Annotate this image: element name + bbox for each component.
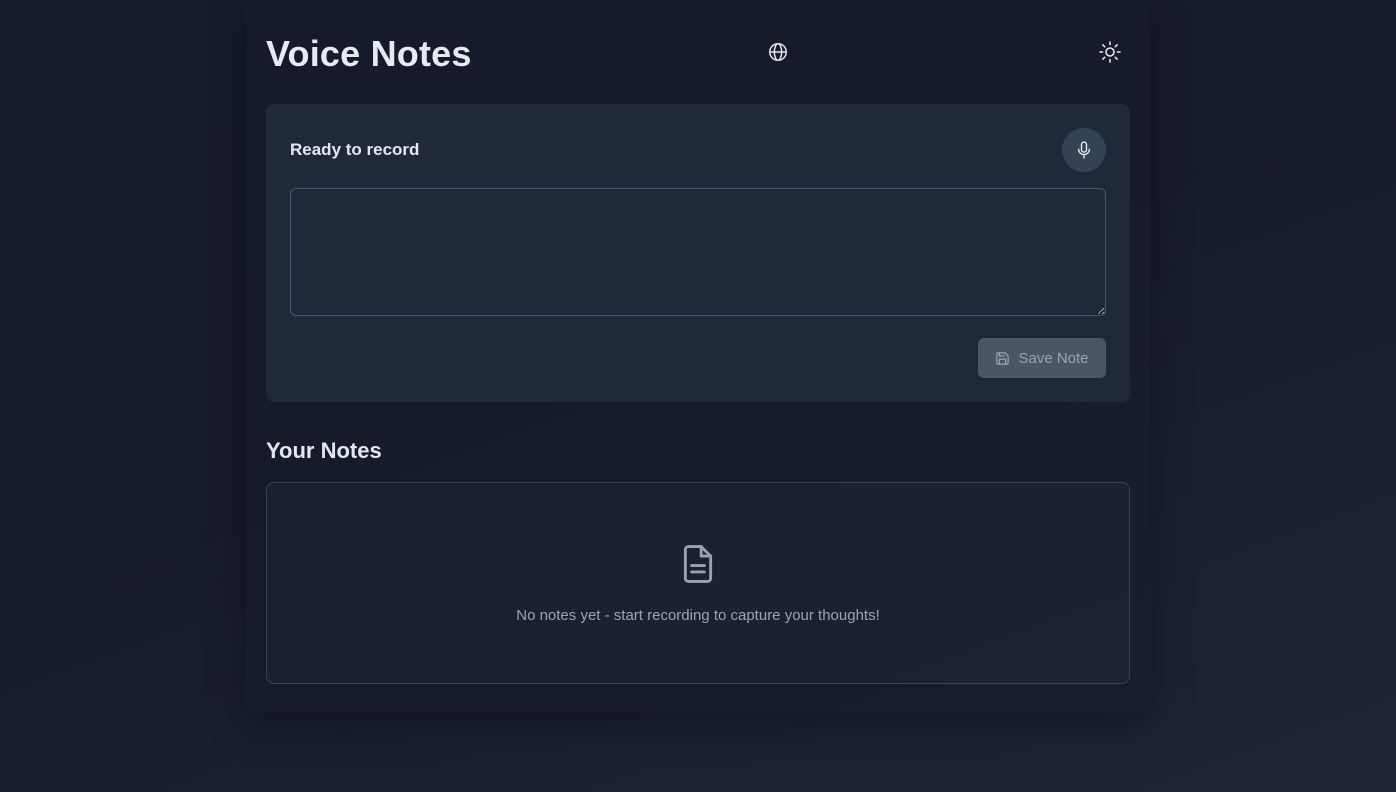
globe-icon	[769, 43, 787, 61]
page-title: Voice Notes	[266, 33, 472, 74]
transcript-textarea[interactable]	[290, 188, 1106, 316]
microphone-icon	[1077, 141, 1091, 159]
save-note-label: Save Note	[1018, 349, 1089, 367]
sun-icon	[1099, 41, 1121, 63]
language-button[interactable]	[764, 38, 792, 66]
empty-notes-message: No notes yet - start recording to captur…	[516, 607, 880, 624]
record-button[interactable]	[1062, 128, 1106, 172]
floppy-disk-icon	[996, 351, 1010, 365]
app-header: Voice Notes	[266, 24, 1130, 84]
notes-empty-state: No notes yet - start recording to captur…	[266, 482, 1130, 684]
recorder-card: Ready to record Save Note	[266, 104, 1130, 402]
theme-toggle-button[interactable]	[1096, 38, 1124, 66]
save-note-button[interactable]: Save Note	[978, 338, 1106, 378]
document-icon	[683, 545, 713, 583]
recording-status: Ready to record	[290, 140, 420, 159]
notes-heading: Your Notes	[266, 438, 382, 463]
